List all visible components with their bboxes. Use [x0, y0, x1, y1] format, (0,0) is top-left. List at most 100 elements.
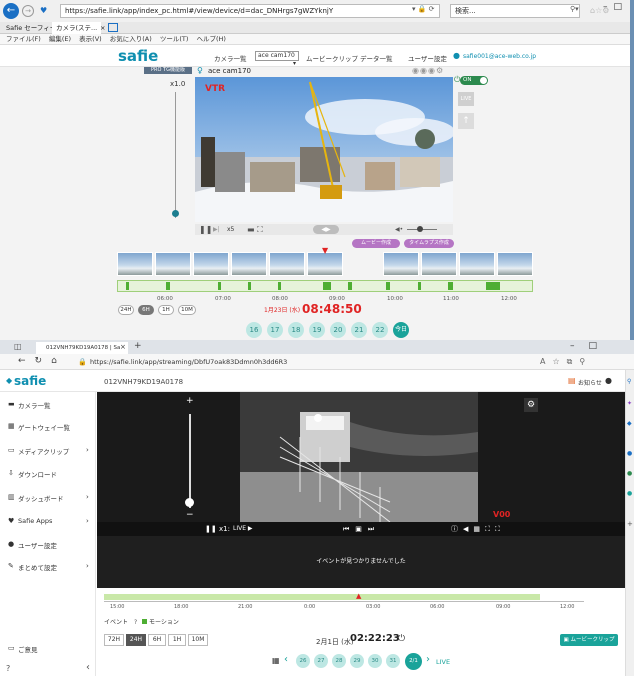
playhead-marker-icon[interactable]: ▲	[356, 592, 361, 600]
volume-handle[interactable]	[417, 226, 423, 232]
search-icon[interactable]: ⚲▾	[570, 5, 579, 13]
thumbnail[interactable]	[307, 252, 343, 276]
live-link[interactable]: LIVE	[436, 658, 450, 666]
scroll-up-icon[interactable]: ↑	[458, 113, 474, 129]
help-icon[interactable]: ?	[6, 664, 10, 673]
back-arrow-icon[interactable]: ←	[3, 3, 19, 19]
day-button[interactable]: 18	[288, 322, 304, 338]
day-button[interactable]: 31	[386, 654, 400, 668]
lock-refresh-icon[interactable]: ▾ 🔒 ⟳	[412, 5, 435, 13]
day-button[interactable]: 30	[368, 654, 382, 668]
address-bar[interactable]: https://safie.link/app/streaming/DbfU7oa…	[90, 358, 287, 366]
chevron-left-icon[interactable]: ‹	[284, 654, 288, 665]
sidebar-item-camera-list[interactable]: カメラ一覧	[18, 400, 51, 410]
tab-close-icon[interactable]: ×	[120, 343, 126, 351]
window-controls[interactable]: –□	[570, 341, 611, 351]
sidebar-app-icon[interactable]: ●	[627, 490, 632, 497]
sidebar-add-icon[interactable]: +	[627, 520, 633, 528]
step-forward-icon[interactable]: ▶|	[213, 224, 220, 235]
day-button[interactable]: 28	[332, 654, 346, 668]
new-tab-icon[interactable]: +	[134, 341, 142, 351]
new-tab-icon[interactable]	[108, 23, 118, 32]
camera-select[interactable]: ace cam170 ▾	[255, 51, 299, 67]
range-6h-button[interactable]: 6H	[148, 634, 166, 646]
thumbnail[interactable]	[459, 252, 495, 276]
thumbnail[interactable]	[497, 252, 533, 276]
range-1h-button[interactable]: 1H	[158, 305, 174, 315]
calendar-icon[interactable]: ▦	[272, 656, 280, 665]
sidebar-item-bulk-settings[interactable]: まとめて設定	[18, 562, 57, 572]
pause-icon[interactable]: ❚❚	[205, 522, 217, 536]
zoom-slider-track[interactable]	[189, 414, 191, 508]
nav-arrows-icon[interactable]: ←↻⌂	[18, 356, 66, 366]
sidebar-app-icon[interactable]: ✦	[627, 400, 632, 407]
zoom-slider-handle[interactable]	[185, 498, 194, 507]
day-button[interactable]: 29	[350, 654, 364, 668]
user-email[interactable]: safie001@ace-web.co.jp	[463, 53, 536, 60]
safie-logo[interactable]: safie	[118, 47, 158, 65]
sidebar-search-icon[interactable]: ⚲	[627, 378, 631, 385]
speed-label[interactable]: x1:	[219, 522, 230, 536]
range-10m-button[interactable]: 10M	[178, 305, 196, 315]
zoom-in-button[interactable]: +	[186, 396, 194, 406]
sidebar-item-gateway[interactable]: ゲートウェイ一覧	[18, 422, 70, 432]
thumbnail[interactable]	[117, 252, 153, 276]
thumbnail[interactable]	[269, 252, 305, 276]
thumbnail[interactable]	[421, 252, 457, 276]
sidebar-item-download[interactable]: ダウンロード	[18, 469, 57, 479]
day-button[interactable]: 17	[267, 322, 283, 338]
day-button[interactable]: 16	[246, 322, 262, 338]
thumbnail[interactable]	[193, 252, 229, 276]
sidebar-app-icon[interactable]: ●	[627, 450, 632, 457]
edge-actions-icon[interactable]: A☆⧉⚲	[540, 357, 592, 367]
notification-icon[interactable]: ▤	[568, 376, 576, 385]
skip-controls-icon[interactable]: ⏮▣⏭	[343, 522, 380, 536]
window-controls[interactable]: –□	[603, 2, 628, 12]
pause-icon[interactable]: ❚❚	[199, 224, 212, 235]
sidebar-item-user-settings[interactable]: ユーザー設定	[18, 540, 57, 550]
range-10m-button[interactable]: 10M	[188, 634, 208, 646]
camera-settings-icons[interactable]: ◉◉◉⚙	[412, 66, 444, 75]
thumbnail[interactable]	[155, 252, 191, 276]
range-24h-button[interactable]: 24H	[126, 634, 146, 646]
nav-user-settings[interactable]: ユーザー設定	[408, 53, 447, 63]
recording-bar[interactable]	[104, 594, 540, 600]
nav-movie-clip[interactable]: ムービークリップ	[306, 53, 358, 63]
sidebar-app-icon[interactable]: ●	[627, 470, 632, 477]
notifications-link[interactable]: お知らせ	[578, 378, 602, 387]
day-current-button[interactable]: 2/1	[405, 653, 422, 670]
prev-next-icon[interactable]: ◀▶	[313, 225, 339, 234]
live-button[interactable]: LIVE	[458, 92, 474, 106]
forward-arrow-icon[interactable]: →	[22, 5, 34, 17]
day-button[interactable]: 27	[314, 654, 328, 668]
live-indicator[interactable]: LIVE ▶	[233, 522, 253, 536]
camera-video-snow[interactable]	[195, 77, 453, 222]
sidebar-item-dashboard[interactable]: ダッシュボード	[18, 493, 64, 503]
event-filter[interactable]: イベント ? モーション	[104, 617, 179, 626]
zoom-slider-handle[interactable]	[172, 210, 179, 217]
help-icon[interactable]: ?	[134, 619, 137, 626]
camera-video-night[interactable]	[240, 392, 478, 522]
menu-help[interactable]: ヘルプ(H)	[197, 34, 226, 45]
zoom-slider-track[interactable]	[175, 92, 176, 218]
zoom-out-button[interactable]: −	[186, 510, 194, 520]
motion-label[interactable]: モーション	[149, 619, 179, 626]
menu-tools[interactable]: ツール(T)	[160, 34, 189, 45]
range-6h-button[interactable]: 6H	[138, 305, 154, 315]
activity-bar[interactable]	[117, 280, 533, 292]
search-input[interactable]: 検索...	[450, 4, 580, 18]
screen-icon[interactable]: ▬ ⛶	[247, 224, 263, 235]
menu-file[interactable]: ファイル(F)	[6, 34, 41, 45]
settings-gear-icon[interactable]: ⚙	[524, 398, 538, 412]
tab-streaming[interactable]: 012VNH79KD19A0178 | Sa	[36, 342, 128, 354]
range-72h-button[interactable]: 72H	[104, 634, 124, 646]
sidebar-item-safie-apps[interactable]: Safie Apps	[18, 517, 52, 525]
range-24h-button[interactable]: 24H	[118, 305, 134, 315]
day-button[interactable]: 20	[330, 322, 346, 338]
movie-clip-button[interactable]: ▣ ムービークリップ	[560, 634, 618, 646]
chevron-right-icon[interactable]: ›	[426, 654, 430, 665]
menu-edit[interactable]: 編集(E)	[49, 34, 71, 45]
volume-icon[interactable]: ◀•	[395, 224, 403, 235]
player-tools-icon[interactable]: ⓘ◀▦⛶⛶	[451, 522, 505, 536]
day-button[interactable]: 22	[372, 322, 388, 338]
